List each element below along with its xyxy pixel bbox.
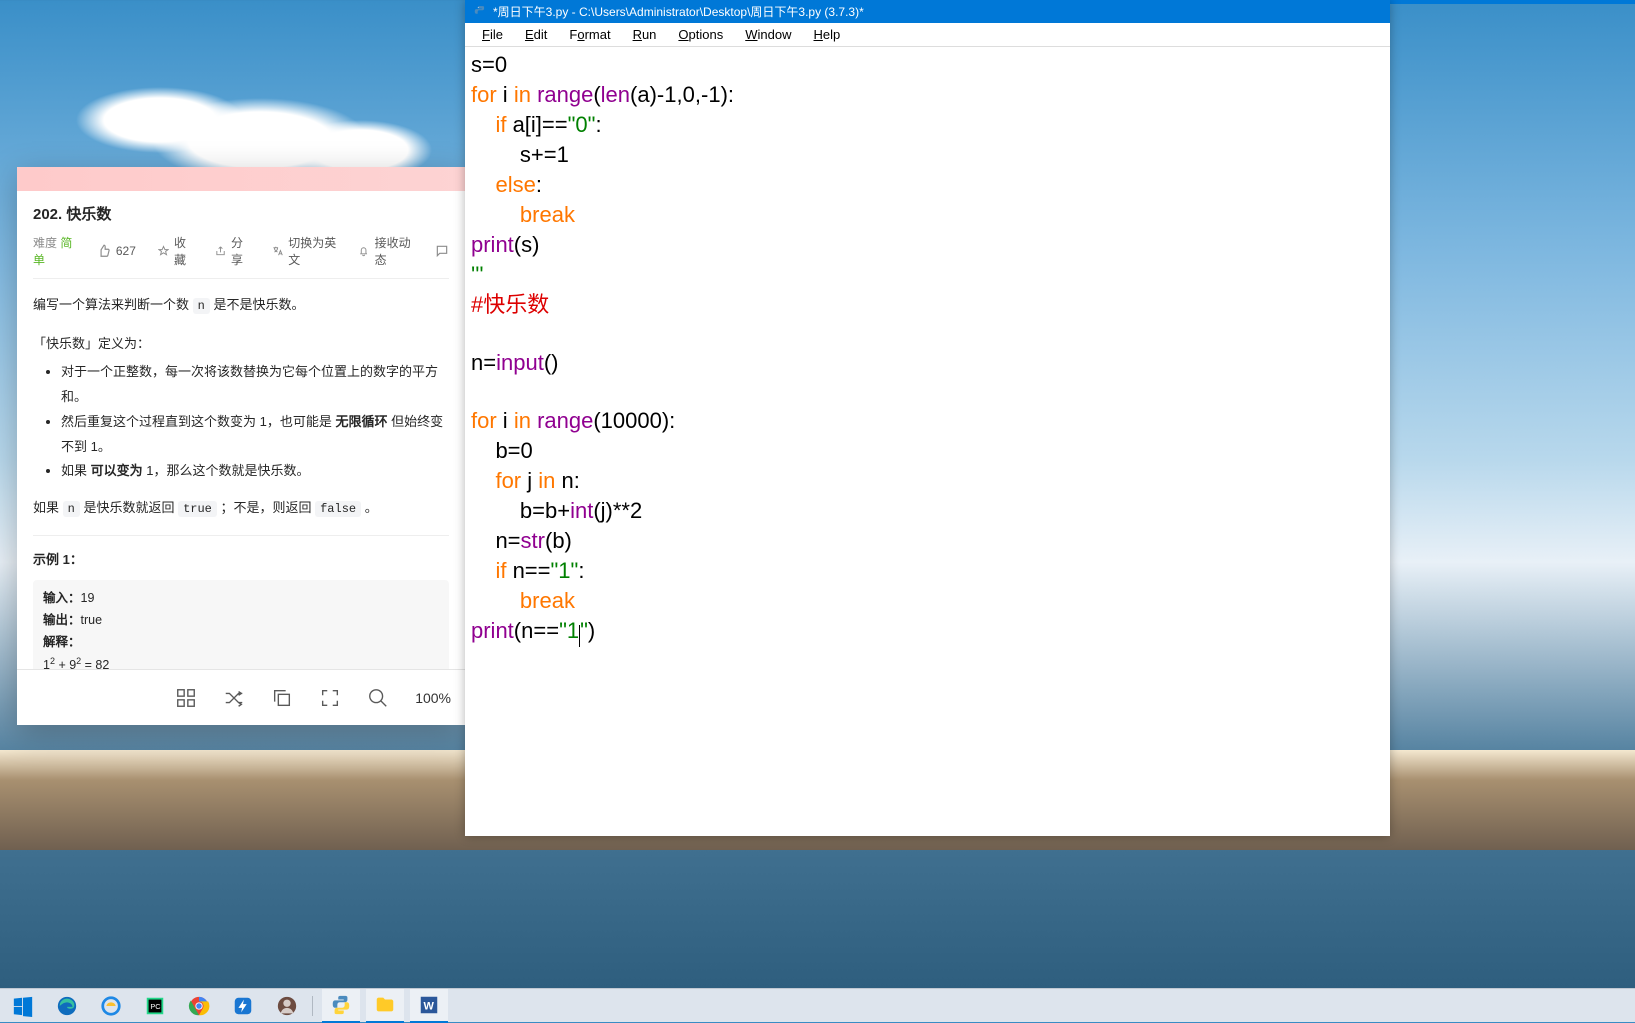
definition-header: 「快乐数」定义为： [33,332,449,357]
edge-icon [56,995,78,1017]
share-icon [215,244,226,258]
question-description: 编写一个算法来判断一个数 n 是不是快乐数。 「快乐数」定义为： 对于一个正整数… [33,293,449,669]
list-item: 然后重复这个过程直到这个数变为 1，也可能是 无限循环 但始终变不到 1。 [61,410,449,459]
text-cursor [579,625,580,647]
bell-icon [358,244,369,258]
explorer-task-button[interactable] [366,989,404,1023]
menu-format[interactable]: Format [558,25,621,44]
problem-window-titlebar[interactable] [17,167,465,191]
example-1-box: 输入：19 输出：true 解释： 12 + 92 = 82 82 + 22 =… [33,580,449,669]
idle-title-text: *周日下午3.py - C:\Users\Administrator\Deskt… [493,3,864,20]
python-icon [473,5,487,19]
feedback-button[interactable] [435,244,449,258]
svg-text:W: W [424,1000,435,1012]
folder-icon [374,994,396,1016]
thunder-icon [232,995,254,1017]
grid-icon[interactable] [175,687,197,709]
difficulty: 难度 简单 [33,234,75,268]
problem-footer: 100% [17,669,465,725]
menu-options[interactable]: Options [667,25,734,44]
svg-text:PC: PC [150,1001,161,1010]
share-button[interactable]: 分享 [215,234,250,268]
notify-button[interactable]: 接收动态 [358,234,413,268]
shuffle-icon[interactable] [223,687,245,709]
word-task-button[interactable]: W [410,989,448,1023]
thumbs-up-icon [97,244,111,258]
like-button[interactable]: 627 [97,244,136,258]
menu-help[interactable]: Help [803,25,852,44]
idle-menubar: File Edit Format Run Options Window Help [465,23,1390,47]
word-icon: W [418,994,440,1016]
ie-icon [100,995,122,1017]
example-1-header: 示例 1： [33,535,449,573]
feedback-icon [435,244,449,258]
code-editor[interactable]: s=0 for i in range(len(a)-1,0,-1): if a[… [465,47,1390,836]
ie-button[interactable] [92,989,130,1023]
avatar-button[interactable] [268,989,306,1023]
taskbar-divider [312,996,316,1016]
menu-edit[interactable]: Edit [514,25,558,44]
avatar-icon [276,995,298,1017]
zoom-icon[interactable] [367,687,389,709]
question-title: 202. 快乐数 [33,203,449,224]
return-spec: 如果 n 是快乐数就返回 true ；不是，则返回 false 。 [33,496,449,521]
star-icon [158,244,169,258]
problem-content: 202. 快乐数 难度 简单 627 收藏 分享 切换为英文 [17,191,465,669]
idle-titlebar[interactable]: *周日下午3.py - C:\Users\Administrator\Deskt… [465,0,1390,23]
thunder-button[interactable] [224,989,262,1023]
list-item: 对于一个正整数，每一次将该数替换为它每个位置上的数字的平方和。 [61,360,449,409]
list-item: 如果 可以变为 1，那么这个数就是快乐数。 [61,459,449,484]
definition-bullets: 对于一个正整数，每一次将该数替换为它每个位置上的数字的平方和。 然后重复这个过程… [61,360,449,483]
edge-button[interactable] [48,989,86,1023]
zoom-level: 100% [415,690,451,706]
python-task-button[interactable] [322,989,360,1023]
windows-icon [12,995,34,1017]
menu-file[interactable]: File [471,25,514,44]
python-icon [330,994,352,1016]
translate-icon [272,244,283,258]
taskbar: PC W [0,988,1635,1022]
copy-icon[interactable] [271,687,293,709]
start-button[interactable] [4,989,42,1023]
problem-window: 202. 快乐数 难度 简单 627 收藏 分享 切换为英文 [17,167,465,725]
fullscreen-icon[interactable] [319,687,341,709]
switch-lang-button[interactable]: 切换为英文 [272,234,336,268]
chrome-icon [188,995,210,1017]
idle-window: *周日下午3.py - C:\Users\Administrator\Deskt… [465,0,1390,836]
question-meta-row: 难度 简单 627 收藏 分享 切换为英文 接收动态 [33,234,449,279]
pycharm-icon: PC [144,995,166,1017]
chrome-button[interactable] [180,989,218,1023]
favorite-button[interactable]: 收藏 [158,234,193,268]
menu-run[interactable]: Run [622,25,668,44]
menu-window[interactable]: Window [734,25,802,44]
desc-line: 编写一个算法来判断一个数 n 是不是快乐数。 [33,293,449,318]
pycharm-button[interactable]: PC [136,989,174,1023]
